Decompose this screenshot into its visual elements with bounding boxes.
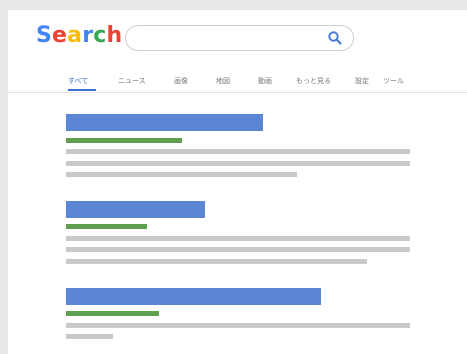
logo-letter-h: h — [106, 23, 123, 48]
tab-tools[interactable]: ツール — [383, 76, 404, 86]
result-url-placeholder — [66, 311, 159, 316]
result-title-placeholder[interactable] — [66, 288, 321, 305]
search-box[interactable] — [125, 25, 354, 51]
result-title-placeholder[interactable] — [66, 114, 263, 131]
result-snippet-line — [66, 149, 410, 154]
tab-maps[interactable]: 地図 — [216, 76, 230, 86]
active-tab-indicator — [68, 89, 96, 91]
result-snippet-line — [66, 172, 297, 177]
result-snippet-line — [66, 259, 367, 264]
search-logo[interactable]: Search — [36, 25, 122, 47]
tab-settings[interactable]: 設定 — [355, 76, 369, 86]
tab-all[interactable]: すべて — [68, 76, 88, 86]
result-snippet-line — [66, 334, 113, 339]
search-icon[interactable] — [327, 30, 343, 46]
tab-more[interactable]: もっと見る — [296, 76, 331, 86]
result-url-placeholder — [66, 138, 182, 143]
result-snippet-line — [66, 323, 410, 328]
logo-letter-a: a — [67, 23, 83, 48]
logo-letter-e: e — [52, 23, 68, 48]
tab-images[interactable]: 画像 — [174, 76, 188, 86]
logo-letter-r: r — [82, 23, 94, 48]
logo-letter-c: c — [93, 23, 107, 48]
result-title-placeholder[interactable] — [66, 201, 205, 218]
result-snippet-line — [66, 161, 410, 166]
result-snippet-line — [66, 247, 410, 252]
result-snippet-line — [66, 236, 410, 241]
result-url-placeholder — [66, 224, 147, 229]
search-results-page: Search すべて ニュース 画像 地図 動画 もっと見る 設定 ツール — [8, 10, 467, 354]
logo-letter-s: S — [36, 23, 53, 48]
tab-videos[interactable]: 動画 — [258, 76, 272, 86]
search-input[interactable] — [138, 29, 318, 47]
tab-news[interactable]: ニュース — [118, 76, 146, 86]
header-divider — [8, 92, 467, 93]
